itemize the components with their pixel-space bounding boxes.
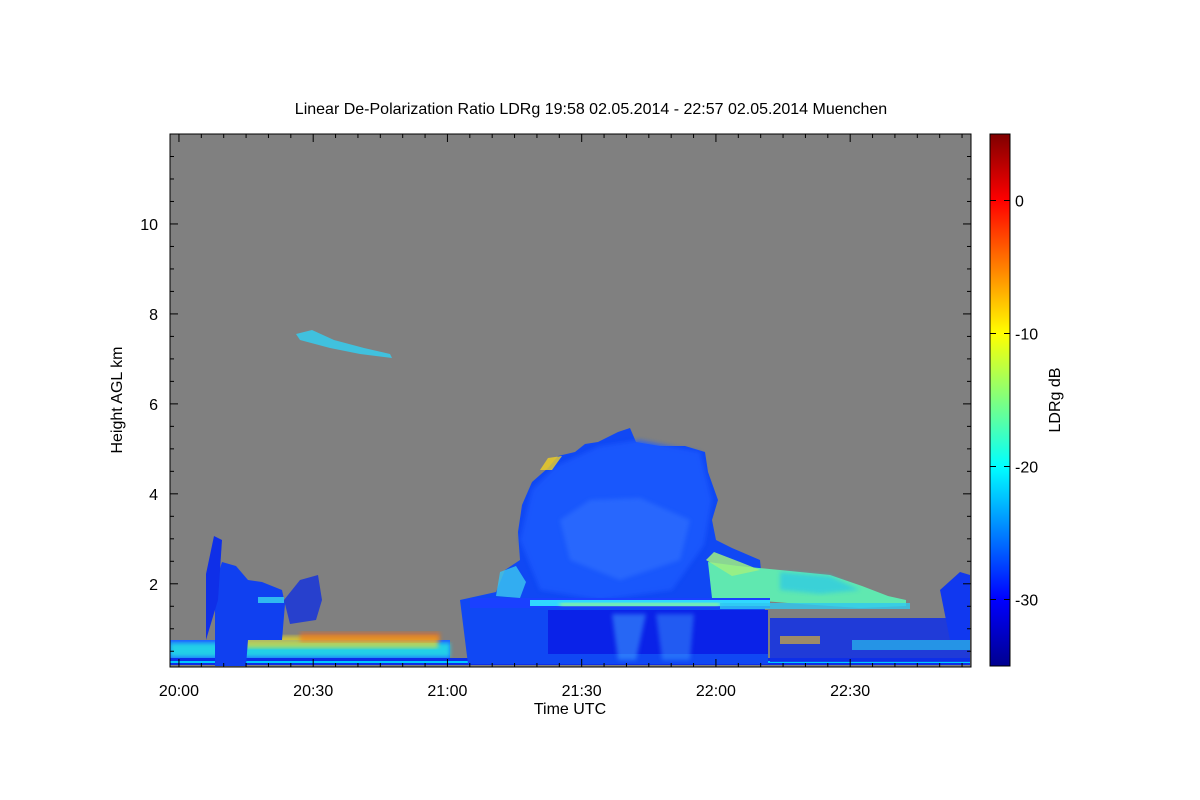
x-tick-label: 21:00 — [427, 683, 467, 700]
y-tick-label: 4 — [149, 487, 158, 504]
colorbar — [989, 133, 1011, 667]
colorbar-tick-label: -10 — [1015, 327, 1038, 344]
x-tick-label: 22:00 — [696, 683, 736, 700]
y-tick-label: 8 — [149, 307, 158, 324]
y-tick-label: 10 — [140, 217, 158, 234]
y-tick-label: 6 — [149, 397, 158, 414]
colorbar-label: LDRg dB — [1047, 368, 1064, 433]
x-tick-label: 22:30 — [830, 683, 870, 700]
colorbar-tick-label: -30 — [1015, 593, 1038, 610]
x-tick-labels: 20:00 20:30 21:00 21:30 22:00 22:30 — [159, 683, 870, 700]
y-tick-labels: 2 4 6 8 10 — [140, 217, 158, 594]
x-tick-label: 20:00 — [159, 683, 199, 700]
y-tick-label: 2 — [149, 577, 158, 594]
y-axis-label: Height AGL km — [109, 346, 126, 453]
ldr-chart: Linear De-Polarization Ratio LDRg 19:58 … — [109, 101, 1064, 718]
x-tick-label: 20:30 — [293, 683, 333, 700]
x-axis-label: Time UTC — [534, 701, 606, 718]
chart-title: Linear De-Polarization Ratio LDRg 19:58 … — [295, 101, 887, 118]
colorbar-tick-label: 0 — [1015, 194, 1024, 211]
colorbar-tick-label: -20 — [1015, 460, 1038, 477]
x-tick-label: 21:30 — [562, 683, 602, 700]
